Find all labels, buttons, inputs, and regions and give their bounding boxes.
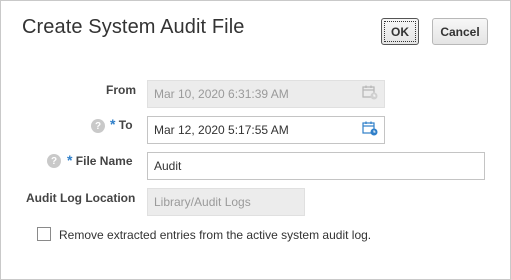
- create-system-audit-file-dialog: Create System Audit File OK Cancel From …: [0, 0, 511, 280]
- to-label-group: * To: [110, 116, 133, 132]
- file-name-label: File Name: [75, 154, 133, 168]
- file-name-value: Audit: [154, 159, 182, 173]
- from-date-field: Mar 10, 2020 6:31:39 AM: [147, 80, 385, 108]
- audit-log-location-field: Library/Audit Logs: [147, 188, 305, 216]
- to-date-value: Mar 12, 2020 5:17:55 AM: [154, 123, 289, 137]
- file-name-required-mark: *: [67, 152, 73, 168]
- dialog-title: Create System Audit File: [22, 16, 245, 38]
- remove-entries-checkbox[interactable]: [37, 227, 51, 241]
- to-date-field[interactable]: Mar 12, 2020 5:17:55 AM: [147, 116, 385, 144]
- audit-log-location-value: Library/Audit Logs: [154, 195, 251, 209]
- to-required-mark: *: [110, 116, 116, 132]
- cancel-button[interactable]: Cancel: [432, 18, 488, 45]
- remove-entries-label: Remove extracted entries from the active…: [59, 228, 372, 242]
- to-label: To: [118, 118, 133, 132]
- audit-log-location-label: Audit Log Location: [26, 191, 136, 205]
- ok-button[interactable]: OK: [381, 18, 419, 45]
- calendar-icon[interactable]: [362, 121, 378, 136]
- file-name-input[interactable]: Audit: [147, 152, 485, 180]
- to-help-icon[interactable]: ?: [91, 119, 105, 133]
- calendar-icon: [362, 85, 378, 100]
- from-date-value: Mar 10, 2020 6:31:39 AM: [154, 87, 289, 101]
- file-name-label-group: * File Name: [67, 152, 133, 168]
- from-label: From: [106, 83, 136, 97]
- file-name-help-icon[interactable]: ?: [47, 154, 61, 168]
